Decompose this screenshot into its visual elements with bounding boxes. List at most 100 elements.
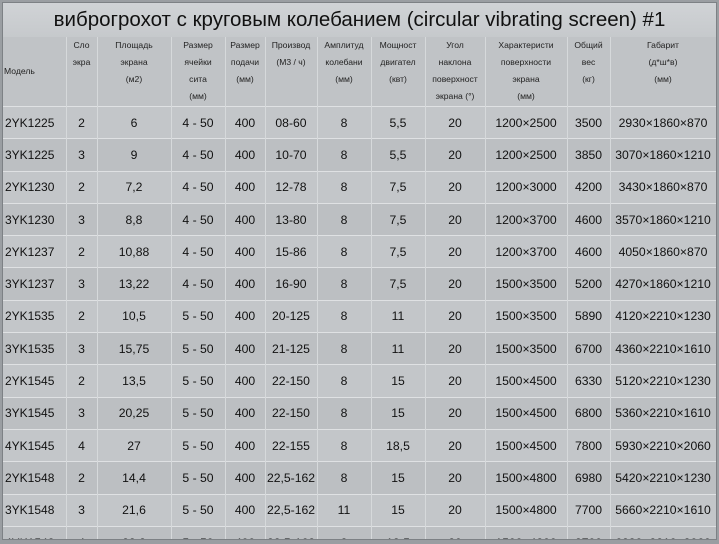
- table-cell: 7800: [567, 428, 611, 462]
- model-cell: 3YK1535: [3, 332, 67, 365]
- column-header: Угол наклона поверхност экрана (°): [425, 37, 486, 107]
- table-cell: 11: [317, 493, 372, 527]
- table-cell: 2930×1860×870: [610, 105, 716, 139]
- table-cell: 7,5: [371, 202, 426, 236]
- model-cell: 2YK1237: [3, 235, 67, 268]
- table-row: 3YK1230 3 8,8 4 - 50 400 13-80 8 7,5 20 1200×3700…: [3, 202, 716, 236]
- column-header-line: Амплитуд: [324, 40, 364, 50]
- table-cell: 20: [425, 461, 486, 495]
- table-cell: 18,5: [371, 428, 426, 462]
- table-cell: 400: [225, 461, 266, 495]
- table-cell: 08-60: [265, 105, 318, 139]
- table-cell: 1500×3500: [485, 267, 568, 301]
- column-header-line: Площадь: [115, 40, 153, 50]
- table-cell: 4 - 50: [171, 267, 226, 301]
- column-header-line: Размер: [183, 40, 213, 50]
- table-cell: 5,5: [371, 138, 426, 172]
- table-cell: 4 - 50: [171, 202, 226, 236]
- table-cell: 8,8: [97, 202, 172, 236]
- table-row: 2YK1225 2 6 4 - 50 400 08-60 8 5,5 20 1200×2500 35…: [3, 105, 716, 139]
- table-title: виброгрохот с круговым колебанием (circu…: [3, 3, 716, 37]
- table-cell: 8: [317, 396, 372, 430]
- table-cell: 2: [66, 235, 98, 268]
- table-cell: 20: [425, 493, 486, 527]
- table-cell: 4270×1860×1210: [610, 267, 716, 301]
- table-row: 3YK1535 3 15,75 5 - 50 400 21-125 8 11 20 1500×35…: [3, 332, 716, 365]
- table-cell: 20: [425, 364, 486, 398]
- column-header-line: Модель: [4, 66, 35, 76]
- table-cell: 2: [66, 461, 98, 495]
- model-cell: 2YK1225: [3, 105, 67, 139]
- model-cell: 4YK1548: [3, 525, 67, 539]
- table-cell: 8: [317, 267, 372, 301]
- column-header-line: Размер: [230, 40, 260, 50]
- table-cell: 13,5: [97, 364, 172, 398]
- table-cell: 15,75: [97, 332, 172, 365]
- table-cell: 7,5: [371, 235, 426, 268]
- table-cell: 12-78: [265, 170, 318, 204]
- table-cell: 5890: [567, 299, 611, 333]
- table-cell: 4200: [567, 170, 611, 204]
- table-cell: 7,2: [97, 170, 172, 204]
- table-cell: 6: [97, 105, 172, 139]
- table-cell: 5930×2210×2060: [610, 428, 716, 462]
- column-header-line: (м2): [125, 74, 143, 84]
- table-cell: 4600: [567, 235, 611, 268]
- table-cell: 3500: [567, 105, 611, 139]
- spec-sheet: виброгрохот с круговым колебанием (circu…: [2, 2, 717, 540]
- column-header-line: Угол: [446, 40, 464, 50]
- column-header-line: экра: [72, 57, 91, 67]
- table-cell: 4360×2210×1610: [610, 332, 716, 365]
- table-cell: 15-86: [265, 235, 318, 268]
- table-cell: 7,5: [371, 267, 426, 301]
- table-cell: 7700: [567, 493, 611, 527]
- table-cell: 8: [317, 170, 372, 204]
- column-header-line: экрана (°): [435, 91, 475, 101]
- table-cell: 20: [425, 138, 486, 172]
- table-cell: 400: [225, 299, 266, 333]
- model-cell: 3YK1225: [3, 138, 67, 172]
- table-cell: 15: [371, 364, 426, 398]
- table-cell: 22,5-162: [265, 461, 318, 495]
- table-cell: 8: [317, 461, 372, 495]
- table-row: 2YK1535 2 10,5 5 - 50 400 20-125 8 11 20 1500×350…: [3, 299, 716, 333]
- table-cell: 5 - 50: [171, 396, 226, 430]
- table-cell: 5120×2210×1230: [610, 364, 716, 398]
- model-cell: 2YK1535: [3, 299, 67, 333]
- spec-table: Модель Сло экра Площадь экрана (м2) Размер ячей…: [3, 37, 716, 539]
- table-cell: 10-70: [265, 138, 318, 172]
- header-row: Модель Сло экра Площадь экрана (м2) Размер ячей…: [3, 37, 716, 107]
- table-cell: 15: [371, 461, 426, 495]
- table-cell: 1500×3500: [485, 332, 568, 365]
- column-header-line: (мм): [189, 91, 207, 101]
- column-header: Размер подачи (мм): [225, 37, 266, 107]
- table-cell: 400: [225, 267, 266, 301]
- table-cell: 4050×1860×870: [610, 235, 716, 268]
- table-cell: 8: [317, 235, 372, 268]
- column-header-line: поверхности: [500, 57, 552, 67]
- column-header: Сло экра: [66, 37, 98, 107]
- table-cell: 2: [66, 299, 98, 333]
- column-header-line: экрана: [120, 57, 148, 67]
- table-cell: 6800: [567, 396, 611, 430]
- table-cell: 1500×4800: [485, 461, 568, 495]
- table-cell: 13-80: [265, 202, 318, 236]
- table-cell: 5360×2210×1610: [610, 396, 716, 430]
- table-cell: 20-125: [265, 299, 318, 333]
- table-cell: 8700: [567, 525, 611, 539]
- table-cell: 2: [66, 364, 98, 398]
- table-cell: 1500×4800: [485, 525, 568, 539]
- table-cell: 20: [425, 170, 486, 204]
- table-cell: 3: [66, 493, 98, 527]
- model-cell: 3YK1548: [3, 493, 67, 527]
- table-row: 2YK1545 2 13,5 5 - 50 400 22-150 8 15 20 1500×450…: [3, 364, 716, 398]
- table-cell: 5 - 50: [171, 299, 226, 333]
- table-cell: 5 - 50: [171, 493, 226, 527]
- column-header-line: вес: [581, 57, 596, 67]
- table-cell: 22,5-162: [265, 493, 318, 527]
- column-header: Размер ячейки сита (мм): [171, 37, 226, 107]
- column-header-line: поверхност: [432, 74, 478, 84]
- column-header-line: Габарит: [647, 40, 679, 50]
- table-cell: 15: [371, 396, 426, 430]
- table-cell: 20: [425, 202, 486, 236]
